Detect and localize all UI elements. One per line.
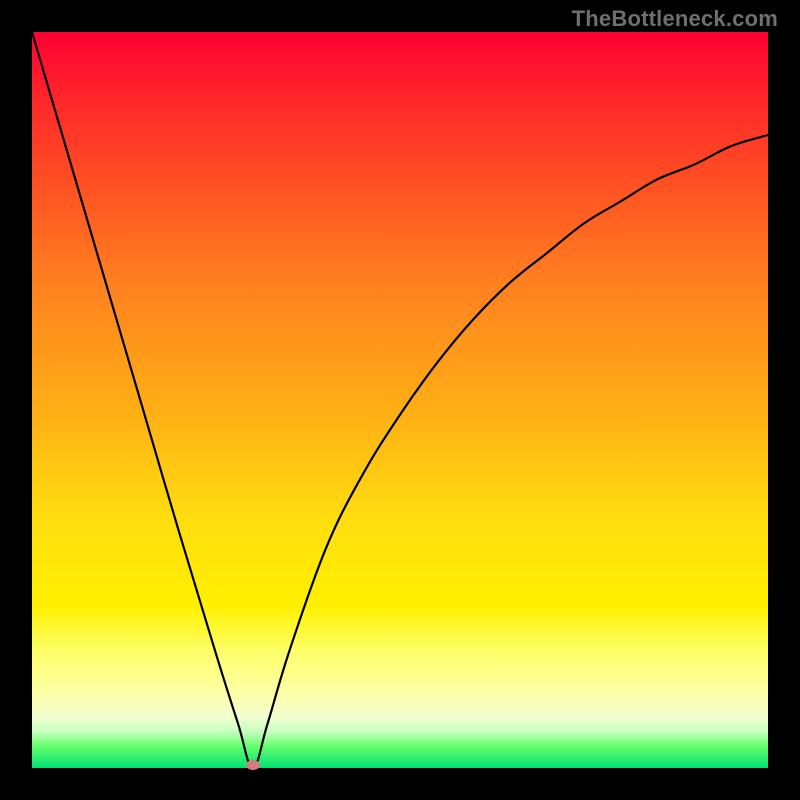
watermark-text: TheBottleneck.com <box>572 6 778 32</box>
min-point-marker <box>246 760 260 770</box>
curve-svg <box>32 32 768 768</box>
chart-frame: TheBottleneck.com <box>0 0 800 800</box>
plot-area <box>32 32 768 768</box>
curve-path <box>32 32 768 768</box>
